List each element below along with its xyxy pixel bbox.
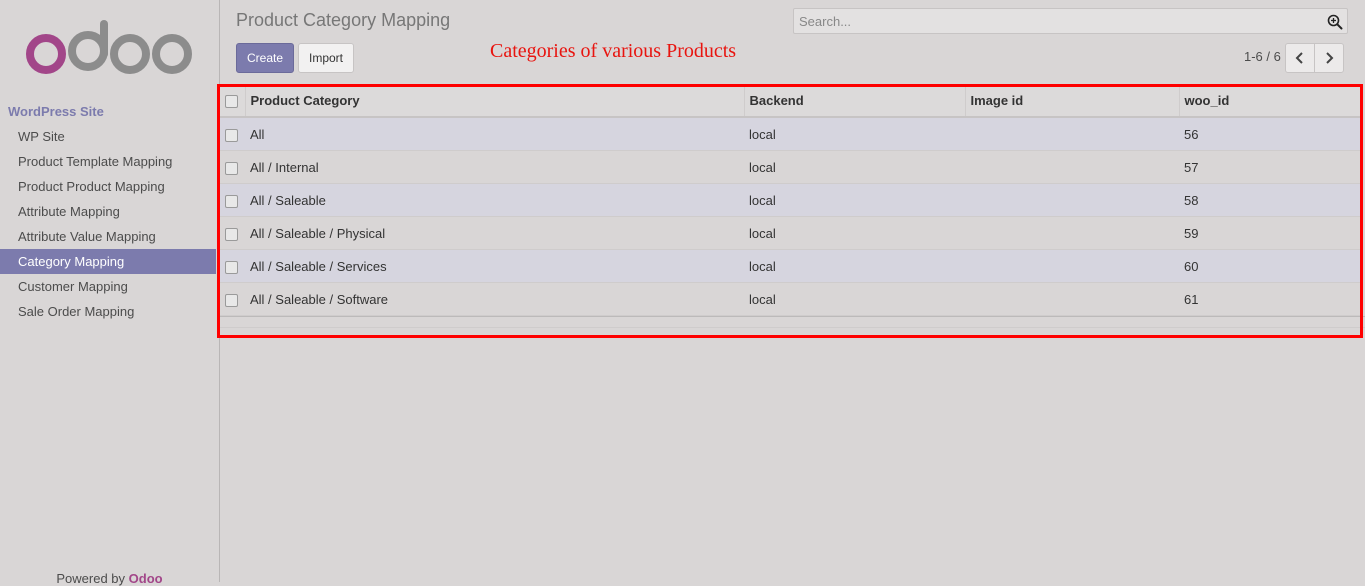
sidebar-item-category-mapping[interactable]: Category Mapping (0, 249, 216, 274)
cell-image-id (965, 282, 1179, 316)
cell-woo-id: 61 (1179, 282, 1363, 316)
sidebar-menu: WP Site Product Template Mapping Product… (0, 124, 216, 324)
cell-backend: local (744, 282, 965, 316)
cell-product-category: All / Saleable (245, 183, 744, 217)
sidebar-item-sale-order-mapping[interactable]: Sale Order Mapping (0, 299, 216, 324)
cell-backend: local (744, 183, 965, 217)
cell-woo-id: 57 (1179, 150, 1363, 184)
sidebar-item-attribute-mapping[interactable]: Attribute Mapping (0, 199, 216, 224)
table-header-row: Product Category Backend Image id woo_id (220, 84, 1363, 118)
menu-heading: WordPress Site (8, 104, 104, 119)
row-checkbox[interactable] (225, 161, 238, 175)
table-row[interactable]: All / Internal local 57 (220, 150, 1363, 184)
table-row[interactable]: All local 56 (220, 117, 1363, 151)
cell-backend: local (744, 117, 965, 151)
sidebar-item-attribute-value-mapping[interactable]: Attribute Value Mapping (0, 224, 216, 249)
table-row[interactable]: All / Saleable / Physical local 59 (220, 216, 1363, 250)
column-header-woo-id[interactable]: woo_id (1178, 84, 1363, 118)
search-box (793, 8, 1348, 34)
table-footer (220, 316, 1365, 328)
sidebar-item-product-product-mapping[interactable]: Product Product Mapping (0, 174, 216, 199)
import-button[interactable]: Import (298, 43, 354, 73)
cell-product-category: All / Saleable / Software (245, 282, 744, 316)
odoo-logo[interactable] (24, 18, 196, 78)
chevron-right-icon (1326, 52, 1334, 64)
sidebar-item-customer-mapping[interactable]: Customer Mapping (0, 274, 216, 299)
pager-next-button[interactable] (1314, 43, 1344, 73)
powered-by: Powered by Odoo (0, 571, 219, 586)
table-row[interactable]: All / Saleable local 58 (220, 183, 1363, 217)
pager-previous-button[interactable] (1285, 43, 1315, 73)
row-checkbox[interactable] (225, 128, 238, 142)
cell-image-id (965, 117, 1179, 151)
page-title: Product Category Mapping (236, 10, 451, 30)
cell-backend: local (744, 216, 965, 250)
column-header-product-category[interactable]: Product Category (244, 84, 744, 118)
select-all-cell (220, 84, 245, 118)
list-view: Product Category Backend Image id woo_id… (220, 84, 1365, 328)
create-button[interactable]: Create (236, 43, 294, 73)
sidebar-item-wp-site[interactable]: WP Site (0, 124, 216, 149)
category-mapping-table: Product Category Backend Image id woo_id… (220, 84, 1363, 316)
cell-product-category: All / Saleable / Physical (245, 216, 744, 250)
powered-by-link[interactable]: Odoo (129, 571, 163, 586)
cell-woo-id: 56 (1179, 117, 1363, 151)
powered-by-text: Powered by (56, 571, 126, 586)
cell-product-category: All / Saleable / Services (245, 249, 744, 283)
cell-woo-id: 60 (1179, 249, 1363, 283)
select-all-checkbox[interactable] (225, 94, 238, 108)
cell-backend: local (744, 249, 965, 283)
row-checkbox[interactable] (225, 293, 238, 307)
cell-image-id (965, 150, 1179, 184)
row-checkbox[interactable] (225, 227, 238, 241)
row-checkbox[interactable] (225, 194, 238, 208)
cell-image-id (965, 249, 1179, 283)
pager-value[interactable]: 1-6 / 6 (1244, 49, 1281, 64)
sidebar: WordPress Site WP Site Product Template … (0, 0, 220, 586)
sidebar-item-product-template-mapping[interactable]: Product Template Mapping (0, 149, 216, 174)
search-input[interactable] (794, 9, 1324, 33)
cell-backend: local (744, 150, 965, 184)
table-row[interactable]: All / Saleable / Software local 61 (220, 282, 1363, 316)
column-header-image-id[interactable]: Image id (964, 84, 1179, 118)
cell-product-category: All / Internal (245, 150, 744, 184)
row-checkbox[interactable] (225, 260, 238, 274)
column-header-backend[interactable]: Backend (743, 84, 965, 118)
annotation-text: Categories of various Products (490, 40, 737, 62)
table-row[interactable]: All / Saleable / Services local 60 (220, 249, 1363, 283)
cell-woo-id: 58 (1179, 183, 1363, 217)
cell-image-id (965, 183, 1179, 217)
cell-image-id (965, 216, 1179, 250)
chevron-left-icon (1295, 52, 1303, 64)
cell-woo-id: 59 (1179, 216, 1363, 250)
cell-product-category: All (245, 117, 744, 151)
search-icon[interactable] (1327, 14, 1343, 30)
